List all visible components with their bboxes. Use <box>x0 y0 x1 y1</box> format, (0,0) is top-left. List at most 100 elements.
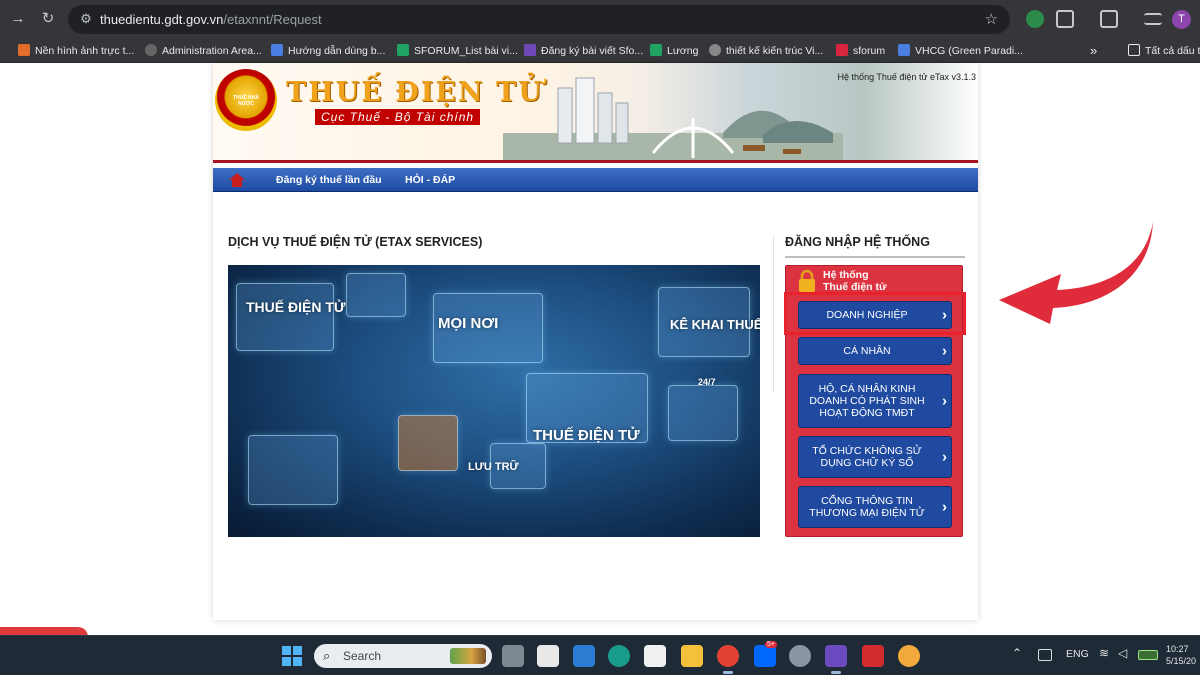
wifi-icon[interactable]: ≋ <box>1099 646 1109 660</box>
hero-label: THUẾ ĐIỆN TỬ <box>533 427 640 444</box>
etax-hero-image: THUẾ ĐIỆN TỬ MỌI NƠI KÊ KHAI THUẾ THUẾ Đ… <box>228 265 760 537</box>
chevron-right-icon: › <box>942 498 947 516</box>
hero-tile <box>346 273 406 317</box>
hero-label: MỌI NƠI <box>438 315 499 332</box>
chrome-profile-icon[interactable] <box>898 645 920 667</box>
doc-icon <box>271 44 283 56</box>
hero-tile <box>236 283 334 351</box>
search-highlight-image <box>450 648 486 664</box>
bookmark-item[interactable]: VHCG (Green Paradi... <box>898 43 1023 59</box>
active-indicator <box>723 671 733 674</box>
chrome-icon[interactable] <box>717 645 739 667</box>
system-label: Hệ thống <box>823 269 869 281</box>
ecommerce-household-login-button[interactable]: HỘ, CÁ NHÂN KINH DOANH CÓ PHÁT SINH HOẠT… <box>798 374 952 428</box>
menu-faq[interactable]: HỎI - ĐÁP <box>405 174 455 186</box>
bookmark-item[interactable]: Đăng ký bài viết Sfo... <box>524 43 643 59</box>
hero-tile <box>398 415 458 471</box>
bookmarks-bar: Nền hình ảnh trực t... Administration Ar… <box>0 38 1200 63</box>
zalo-icon[interactable] <box>754 645 776 667</box>
sheet-icon <box>650 44 662 56</box>
taskbar-search[interactable]: ⌕ Search <box>314 644 492 668</box>
video-icon <box>18 44 30 56</box>
bookmark-item[interactable]: sforum <box>836 43 885 59</box>
file-explorer-icon[interactable] <box>681 645 703 667</box>
battery-icon[interactable] <box>1138 650 1158 660</box>
folder-icon <box>1128 44 1140 56</box>
forward-icon[interactable]: → <box>8 9 28 29</box>
bookmark-item[interactable]: Lương <box>650 43 698 59</box>
edge-icon[interactable] <box>608 645 630 667</box>
login-title: ĐĂNG NHẬP HỆ THỐNG <box>785 235 930 249</box>
bookmark-item[interactable]: SFORUM_List bài vi... <box>397 43 518 59</box>
annotation-arrow-icon <box>999 222 1153 324</box>
active-indicator <box>831 671 841 674</box>
bookmark-item[interactable]: Administration Area... <box>145 43 262 59</box>
extension-record-icon[interactable] <box>1026 10 1044 28</box>
zalo-badge: 5+ <box>765 641 777 648</box>
home-icon[interactable] <box>229 173 245 187</box>
search-icon: ⌕ <box>323 648 331 663</box>
outlook-icon[interactable] <box>573 645 595 667</box>
city-scenery-image <box>503 77 843 163</box>
services-title: DỊCH VỤ THUẾ ĐIỆN TỬ (ETAX SERVICES) <box>228 235 483 249</box>
more-bookmarks-button[interactable]: » <box>1090 43 1097 59</box>
main-menu: Đăng ký thuế lần đầu HỎI - ĐÁP <box>213 168 978 192</box>
browser-toolbar: → ↻ ⚙ thuedientu.gdt.gov.vn/etaxnnt/Requ… <box>0 0 1200 38</box>
site-banner: THUẾ NHÀ NƯỚC THUẾ ĐIỆN TỬ Cục Thuế - Bộ… <box>213 63 978 163</box>
bookmark-item[interactable]: Hướng dẫn dùng b... <box>271 43 385 59</box>
form-icon <box>524 44 536 56</box>
onedrive-icon[interactable] <box>1038 649 1052 661</box>
individual-login-button[interactable]: CÁ NHÂN › <box>798 337 952 365</box>
login-title-underline <box>785 256 965 258</box>
search-tabs-icon[interactable] <box>1100 10 1118 28</box>
settings-gear-icon[interactable] <box>789 645 811 667</box>
windows-taskbar: ⌕ Search 5+ ⌃ ENG ≋ ◁ 10:27 5/15/20 <box>0 635 1200 675</box>
hero-label: KÊ KHAI THUẾ <box>670 317 760 332</box>
tray-overflow-icon[interactable]: ⌃ <box>1012 646 1022 660</box>
store-icon[interactable] <box>537 645 559 667</box>
address-bar[interactable]: ⚙ thuedientu.gdt.gov.vn/etaxnnt/Request … <box>68 5 1010 34</box>
chevron-right-icon: › <box>942 392 947 410</box>
task-view-icon[interactable] <box>502 645 524 667</box>
clock[interactable]: 10:27 5/15/20 <box>1166 643 1196 667</box>
tax-emblem-logo: THUẾ NHÀ NƯỚC <box>215 69 277 131</box>
hero-label: LƯU TRỮ <box>468 461 519 473</box>
chevron-right-icon: › <box>942 342 947 360</box>
doc-icon <box>898 44 910 56</box>
bookmark-item[interactable]: Nền hình ảnh trực t... <box>18 43 134 59</box>
capcut-icon[interactable] <box>644 645 666 667</box>
reload-icon[interactable]: ↻ <box>38 9 58 29</box>
hero-label: THUẾ ĐIỆN TỬ <box>246 299 346 315</box>
sheet-icon <box>397 44 409 56</box>
windows-start-icon[interactable] <box>282 646 302 666</box>
hero-tile <box>668 385 738 441</box>
lock-icon <box>799 269 815 292</box>
etax-page: THUẾ NHÀ NƯỚC THUẾ ĐIỆN TỬ Cục Thuế - Bộ… <box>213 63 978 620</box>
url-text[interactable]: thuedientu.gdt.gov.vn/etaxnnt/Request <box>100 12 322 27</box>
language-indicator[interactable]: ENG <box>1066 648 1089 660</box>
wps-office-icon[interactable] <box>862 645 884 667</box>
column-divider <box>773 235 774 393</box>
bookmark-item[interactable]: thiết kế kiến trúc Vi... <box>709 43 823 59</box>
brand-subtitle: Cục Thuế - Bộ Tài chính <box>315 109 481 125</box>
site-info-icon[interactable]: ⚙ <box>78 11 94 27</box>
bookmark-star-icon[interactable]: ☆ <box>985 10 998 28</box>
chevron-right-icon: › <box>942 448 947 466</box>
highlight-box <box>784 292 966 335</box>
s-icon <box>836 44 848 56</box>
version-text: Hệ thống Thuế điện tử eTax v3.1.3 <box>837 72 976 82</box>
globe-icon <box>709 44 721 56</box>
hero-tile <box>248 435 338 505</box>
screen-recorder-icon[interactable] <box>825 645 847 667</box>
reading-list-icon[interactable] <box>1144 13 1162 25</box>
profile-avatar[interactable]: T <box>1172 10 1191 29</box>
globe-icon <box>145 44 157 56</box>
extensions-puzzle-icon[interactable] <box>1056 10 1074 28</box>
no-digital-signature-login-button[interactable]: TỔ CHỨC KHÔNG SỬ DỤNG CHỮ KÝ SỐ › <box>798 436 952 478</box>
all-bookmarks-folder[interactable]: Tất cả dấu t <box>1128 43 1200 59</box>
ecommerce-portal-login-button[interactable]: CỔNG THÔNG TIN THƯƠNG MẠI ĐIỆN TỬ › <box>798 486 952 528</box>
volume-icon[interactable]: ◁ <box>1118 646 1127 660</box>
hero-label: 24/7 <box>698 377 716 387</box>
banner-divider <box>213 160 978 163</box>
menu-first-registration[interactable]: Đăng ký thuế lần đầu <box>276 174 382 186</box>
